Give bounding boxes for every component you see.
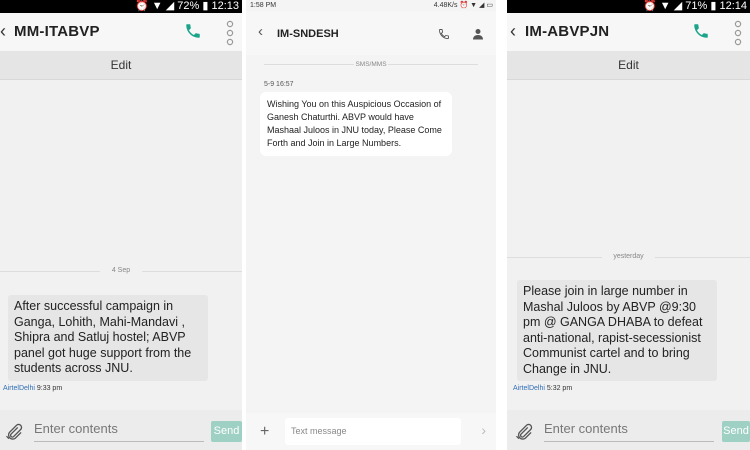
alarm-icon: ⏰: [643, 0, 657, 12]
send-button[interactable]: Send: [211, 421, 242, 442]
status-bar: ⏰ ▼ ◢ 71% ▮ 12:14: [507, 0, 750, 13]
message-input[interactable]: Text message: [285, 418, 461, 445]
conversation-title: MM-ITABVP: [14, 23, 100, 40]
more-options-icon[interactable]: [734, 20, 742, 46]
more-options-icon[interactable]: [226, 20, 234, 46]
attachment-icon[interactable]: [514, 422, 534, 442]
date-label: 4 Sep: [111, 267, 131, 274]
message-bubble[interactable]: Please join in large number in Mashal Ju…: [517, 280, 717, 381]
wifi-icon: ▼: [470, 2, 478, 9]
message-time: 9:33 pm: [36, 385, 63, 392]
battery-icon: ▮: [710, 0, 717, 12]
edit-button[interactable]: Edit: [507, 58, 750, 72]
input-bar: Enter contents Send: [0, 410, 242, 450]
date-separator: yesterday: [507, 253, 750, 260]
status-time: 12:14: [719, 0, 747, 12]
signal-icon: ◢: [673, 0, 683, 12]
contact-icon[interactable]: [472, 28, 484, 40]
call-icon[interactable]: [692, 22, 710, 40]
sms-mms-label: SMS/MMS: [246, 61, 496, 68]
conversation-panel-1: ⏰ ▼ ◢ 72% ▮ 12:13 ‹ MM-ITABVP Edit 4 Sep…: [0, 0, 242, 450]
send-button[interactable]: Send: [722, 421, 750, 442]
status-time: 1:58 PM: [250, 2, 277, 9]
status-time: 12:13: [211, 0, 239, 12]
conversation-header: ‹ MM-ITABVP: [0, 13, 242, 51]
conversation-panel-2: 1:58 PM 4.48K/s ⏰ ▼ ◢ ▭ ‹ IM-SNDESH SMS/…: [246, 0, 496, 450]
message-bubble[interactable]: Wishing You on this Auspicious Occasion …: [260, 92, 452, 156]
message-input[interactable]: Enter contents: [544, 421, 714, 442]
status-bar: 1:58 PM 4.48K/s ⏰ ▼ ◢ ▭: [246, 0, 496, 11]
battery-percent: 71%: [685, 0, 708, 12]
input-placeholder: Enter contents: [34, 421, 118, 436]
send-arrow-icon[interactable]: ›: [481, 422, 486, 438]
alarm-icon: ⏰: [459, 2, 469, 9]
battery-percent: 72%: [177, 0, 200, 12]
battery-icon: ▭: [486, 2, 493, 9]
message-meta: AirtelDelhi 5:32 pm: [513, 385, 572, 392]
message-meta: AirtelDelhi 9:33 pm: [3, 385, 62, 392]
back-arrow-icon[interactable]: ‹: [258, 23, 263, 40]
battery-icon: ▮: [202, 0, 209, 12]
date-label: yesterday: [613, 253, 644, 260]
conversation-title: IM-ABVPJN: [525, 23, 610, 40]
message-time: 5:32 pm: [546, 385, 573, 392]
message-timestamp: 5-9 16:57: [264, 81, 294, 88]
conversation-header: ‹ IM-SNDESH: [246, 11, 496, 55]
conversation-title: IM-SNDESH: [277, 28, 339, 40]
input-bar: Enter contents Send: [507, 410, 750, 450]
conversation-panel-3: ⏰ ▼ ◢ 71% ▮ 12:14 ‹ IM-ABVPJN Edit yeste…: [507, 0, 750, 450]
operator-label: AirtelDelhi: [513, 385, 545, 392]
operator-label: AirtelDelhi: [3, 385, 35, 392]
alarm-icon: ⏰: [135, 0, 149, 12]
status-icons: ⏰ ▼ ◢ 72% ▮ 12:13: [135, 0, 239, 13]
message-input[interactable]: Enter contents: [34, 421, 204, 442]
edit-button[interactable]: Edit: [0, 58, 242, 72]
attachment-icon[interactable]: [4, 422, 24, 442]
input-placeholder: Text message: [291, 426, 347, 436]
call-icon[interactable]: [184, 22, 202, 40]
network-speed: 4.48K/s: [433, 2, 458, 9]
add-icon[interactable]: +: [260, 423, 269, 441]
status-icons: 4.48K/s ⏰ ▼ ◢ ▭: [434, 0, 493, 11]
wifi-icon: ▼: [659, 0, 671, 12]
signal-icon: ◢: [165, 0, 175, 12]
signal-icon: ◢: [479, 2, 485, 9]
status-bar: ⏰ ▼ ◢ 72% ▮ 12:13: [0, 0, 242, 13]
edit-bar[interactable]: Edit: [507, 51, 750, 80]
edit-bar[interactable]: Edit: [0, 51, 242, 80]
input-placeholder: Enter contents: [544, 421, 628, 436]
message-bubble[interactable]: After successful campaign in Ganga, Lohi…: [8, 295, 208, 381]
call-icon[interactable]: [438, 28, 450, 40]
wifi-icon: ▼: [151, 0, 163, 12]
status-icons: ⏰ ▼ ◢ 71% ▮ 12:14: [643, 0, 747, 13]
input-bar: + Text message ›: [246, 413, 496, 450]
back-arrow-icon[interactable]: ‹: [510, 21, 516, 42]
back-arrow-icon[interactable]: ‹: [0, 21, 6, 42]
conversation-header: ‹ IM-ABVPJN: [507, 13, 750, 51]
date-separator: 4 Sep: [0, 267, 242, 274]
